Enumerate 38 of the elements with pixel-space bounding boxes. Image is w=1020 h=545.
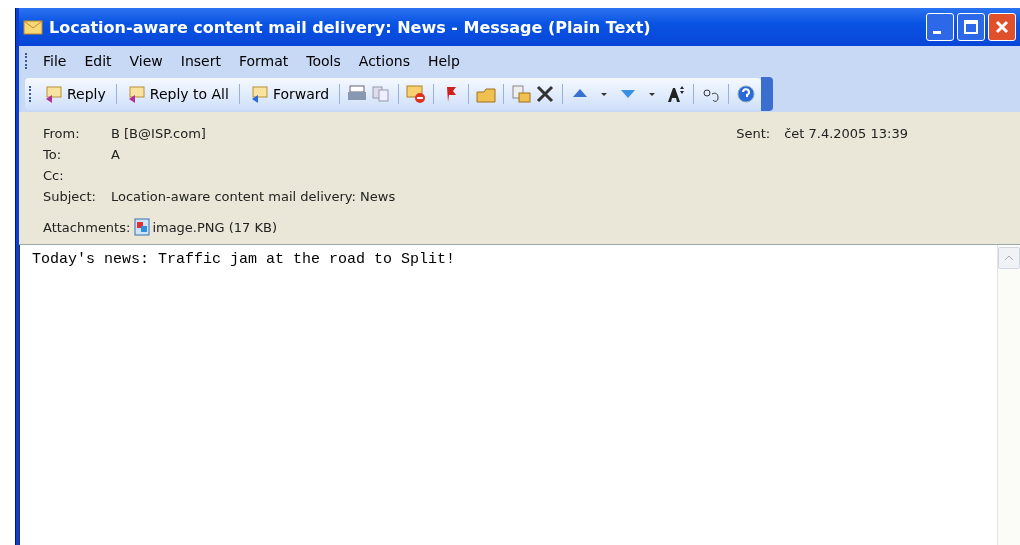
minimize-icon xyxy=(933,30,941,34)
maximize-icon xyxy=(964,20,978,34)
field-label: Subject: xyxy=(43,189,97,204)
menu-item[interactable]: Format xyxy=(229,53,298,69)
envelope-icon xyxy=(23,19,43,35)
toolbar-button[interactable]: Forward xyxy=(245,83,334,105)
toolbar-options-button[interactable] xyxy=(761,77,774,111)
forward-icon xyxy=(249,85,270,103)
menu-item[interactable]: View xyxy=(120,53,172,69)
image-file-icon xyxy=(134,218,151,236)
window-title: Location-aware content mail delivery: News - Message (Plain Text) xyxy=(49,17,652,37)
field-label: Cc: xyxy=(43,168,65,183)
maximize-button[interactable] xyxy=(957,13,985,41)
junk-mail-icon[interactable] xyxy=(405,84,428,104)
menu-item[interactable]: Edit xyxy=(75,53,121,69)
close-icon xyxy=(995,20,1009,34)
field-label: Attachments: xyxy=(43,219,131,235)
recipient-name: A xyxy=(111,147,120,162)
minimize-button[interactable] xyxy=(926,13,954,41)
menu-item[interactable]: Insert xyxy=(171,53,230,69)
subject-text: Location-aware content mail delivery: News xyxy=(111,189,396,204)
field-label: From: xyxy=(43,126,81,141)
menu-item[interactable]: Help xyxy=(418,53,469,69)
help-icon[interactable] xyxy=(735,84,758,104)
field-label: Sent: xyxy=(736,126,771,141)
close-button[interactable] xyxy=(988,13,1016,41)
toolbar-button[interactable]: Reply to All xyxy=(122,83,233,105)
sent-date: čet 7.4.2005 13:39 xyxy=(784,126,908,141)
menu-item[interactable]: File xyxy=(34,53,76,69)
attachment-link[interactable]: image.PNG (17 KB) xyxy=(152,219,278,235)
field-label: To: xyxy=(43,147,63,162)
chevron-up-icon xyxy=(1004,255,1014,261)
menu-item[interactable]: Actions xyxy=(349,53,419,69)
sender-name: B [B@ISP.com] xyxy=(111,126,206,141)
reply-all-icon xyxy=(126,85,147,103)
reply-icon xyxy=(44,85,64,103)
toolbar-button[interactable]: Reply xyxy=(40,83,110,105)
menu-item[interactable]: Tools xyxy=(297,53,350,69)
